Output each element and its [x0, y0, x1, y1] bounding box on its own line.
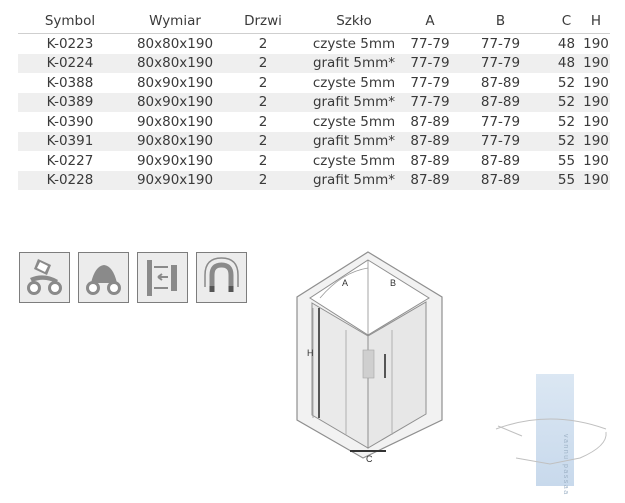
cell-symbol: K-0228 [18, 170, 122, 190]
cell-c: 48 [551, 33, 582, 54]
cell-szklo: grafit 5mm* [298, 53, 410, 73]
cell-a: 77-79 [410, 33, 450, 54]
cell-c: 52 [551, 131, 582, 151]
cell-h: 190 [582, 151, 610, 171]
cell-symbol: K-0223 [18, 33, 122, 54]
cell-symbol: K-0391 [18, 131, 122, 151]
header-b: B [450, 9, 551, 34]
cell-szklo: czyste 5mm [298, 33, 410, 54]
cell-h: 190 [582, 33, 610, 54]
cell-b: 87-89 [450, 73, 551, 93]
cell-h: 190 [582, 170, 610, 190]
wheels-icon [78, 252, 129, 303]
cell-h: 190 [582, 73, 610, 93]
cell-drzwi: 2 [228, 131, 298, 151]
cell-c: 55 [551, 151, 582, 171]
cell-szklo: czyste 5mm [298, 73, 410, 93]
cell-b: 77-79 [450, 112, 551, 132]
table-header-row: Symbol Wymiar Drzwi Szkło A B C H [18, 9, 610, 34]
cell-b: 87-89 [450, 151, 551, 171]
cell-wymiar: 80x80x190 [122, 33, 228, 54]
cell-symbol: K-0224 [18, 53, 122, 73]
cell-wymiar: 90x90x190 [122, 170, 228, 190]
table-row: K-0391 90x80x190 2 grafit 5mm* 87-89 77-79 52 1… [18, 131, 610, 151]
wall-mount-profile-icon [137, 252, 188, 303]
cell-b: 87-89 [450, 92, 551, 112]
cell-a: 87-89 [410, 131, 450, 151]
cell-szklo: grafit 5mm* [298, 131, 410, 151]
cell-a: 77-79 [410, 92, 450, 112]
cell-a: 87-89 [410, 170, 450, 190]
header-wymiar: Wymiar [122, 9, 228, 34]
wheels-tilted-icon [19, 252, 70, 303]
cell-symbol: K-0390 [18, 112, 122, 132]
header-szklo: Szkło [298, 9, 410, 34]
table-row: K-0390 90x80x190 2 czyste 5mm 87-89 77-79 52 19… [18, 112, 610, 132]
cell-c: 52 [551, 92, 582, 112]
cell-symbol: K-0389 [18, 92, 122, 112]
cell-drzwi: 2 [228, 170, 298, 190]
table-row: K-0227 90x90x190 2 czyste 5mm 87-89 87-89 55 19… [18, 151, 610, 171]
cell-b: 87-89 [450, 170, 551, 190]
magnet-icon [196, 252, 247, 303]
table-row: K-0389 80x90x190 2 grafit 5mm* 77-79 87-89 52 1… [18, 92, 610, 112]
cell-h: 190 [582, 112, 610, 132]
cell-b: 77-79 [450, 53, 551, 73]
cell-wymiar: 80x90x190 [122, 73, 228, 93]
cell-wymiar: 90x90x190 [122, 151, 228, 171]
watermark-logo: vannu passaa [495, 374, 607, 496]
cell-a: 87-89 [410, 151, 450, 171]
cell-drzwi: 2 [228, 92, 298, 112]
cell-h: 190 [582, 92, 610, 112]
cell-szklo: czyste 5mm [298, 151, 410, 171]
cell-wymiar: 90x80x190 [122, 131, 228, 151]
table-body: K-0223 80x80x190 2 czyste 5mm 77-79 77-79 48 19… [18, 33, 610, 190]
header-drzwi: Drzwi [228, 9, 298, 34]
cell-drzwi: 2 [228, 53, 298, 73]
header-c: C [551, 9, 582, 34]
cell-wymiar: 80x80x190 [122, 53, 228, 73]
label-h: H [307, 348, 314, 358]
cell-wymiar: 90x80x190 [122, 112, 228, 132]
cell-szklo: grafit 5mm* [298, 170, 410, 190]
cell-c: 48 [551, 53, 582, 73]
table-row: K-0228 90x90x190 2 grafit 5mm* 87-89 87-89 55 1… [18, 170, 610, 190]
cell-h: 190 [582, 53, 610, 73]
cell-drzwi: 2 [228, 112, 298, 132]
cell-a: 77-79 [410, 53, 450, 73]
cell-h: 190 [582, 131, 610, 151]
cell-drzwi: 2 [228, 73, 298, 93]
cell-symbol: K-0388 [18, 73, 122, 93]
cell-b: 77-79 [450, 33, 551, 54]
cell-c: 55 [551, 170, 582, 190]
header-h: H [582, 9, 610, 34]
table-row: K-0223 80x80x190 2 czyste 5mm 77-79 77-79 48 19… [18, 33, 610, 54]
header-a: A [410, 9, 450, 34]
cell-szklo: czyste 5mm [298, 112, 410, 132]
table-row: K-0388 80x90x190 2 czyste 5mm 77-79 87-89 52 19… [18, 73, 610, 93]
cell-szklo: grafit 5mm* [298, 92, 410, 112]
cell-drzwi: 2 [228, 33, 298, 54]
cell-c: 52 [551, 112, 582, 132]
table-row: K-0224 80x80x190 2 grafit 5mm* 77-79 77-79 48 1… [18, 53, 610, 73]
cell-drzwi: 2 [228, 151, 298, 171]
spec-table: Symbol Wymiar Drzwi Szkło A B C H K-0223… [18, 9, 610, 190]
cell-c: 52 [551, 73, 582, 93]
header-symbol: Symbol [18, 9, 122, 34]
label-a: A [342, 278, 348, 288]
cell-a: 77-79 [410, 73, 450, 93]
cell-a: 87-89 [410, 112, 450, 132]
cell-b: 77-79 [450, 131, 551, 151]
label-b: B [390, 278, 396, 288]
cell-wymiar: 80x90x190 [122, 92, 228, 112]
shower-cabin-diagram: A B H C [296, 251, 443, 464]
label-c: C [366, 454, 373, 464]
cell-symbol: K-0227 [18, 151, 122, 171]
watermark-text: vannu passaa [562, 434, 569, 496]
